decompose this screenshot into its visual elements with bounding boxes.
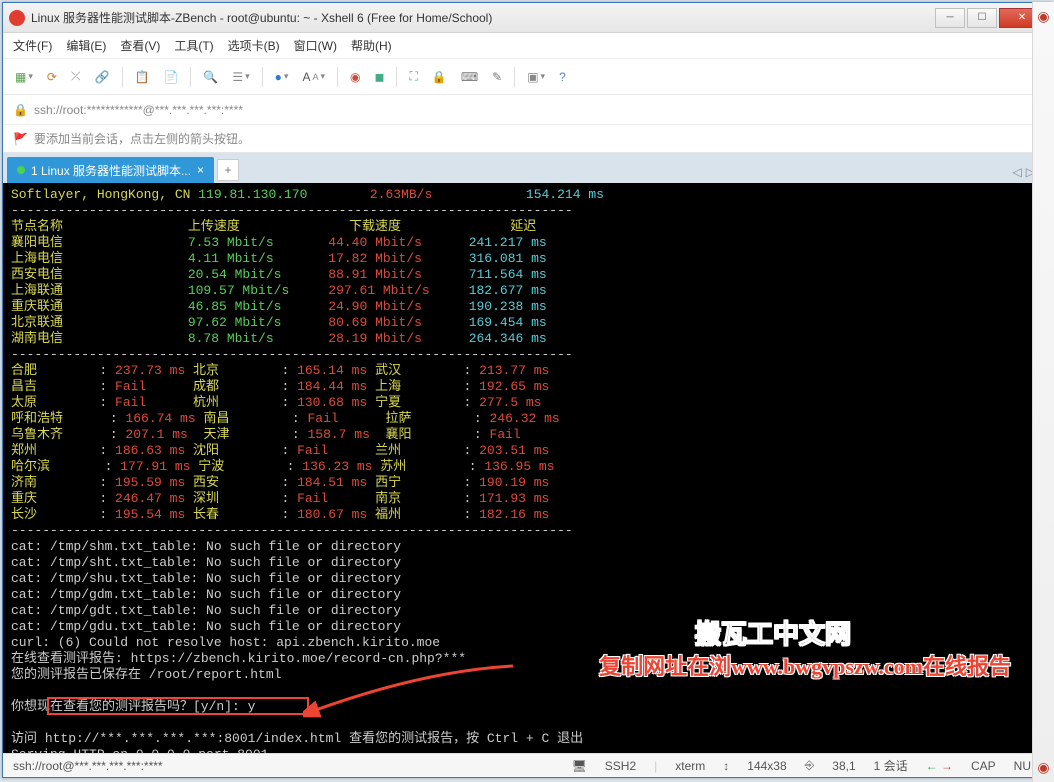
side-panel: ◉ ◉ [1032, 2, 1054, 782]
menu-tabs[interactable]: 选项卡(B) [228, 37, 280, 54]
menu-window[interactable]: 窗口(W) [294, 37, 337, 54]
minimize-button[interactable]: ─ [935, 8, 965, 28]
disconnect-button[interactable]: ⤫ [67, 67, 85, 86]
find-button[interactable]: 🔍 [199, 68, 222, 86]
separator [190, 67, 191, 87]
menubar: 文件(F) 编辑(E) 查看(V) 工具(T) 选项卡(B) 窗口(W) 帮助(… [3, 33, 1051, 59]
menu-file[interactable]: 文件(F) [13, 37, 52, 54]
separator [122, 67, 123, 87]
record-button[interactable]: ◉ [346, 68, 364, 86]
copy-button[interactable]: 📋 [131, 68, 154, 86]
separator [337, 67, 338, 87]
status-pos-icon: ⎆ [805, 758, 815, 773]
help-button[interactable]: ? [555, 68, 570, 86]
terminal[interactable]: Softlayer, HongKong, CN 119.81.130.170 2… [3, 183, 1051, 753]
app-icon [9, 10, 25, 26]
keyboard-button[interactable]: ⌨ [457, 68, 482, 86]
tab-close-icon[interactable]: × [197, 163, 204, 177]
lock-icon: 🔒 [13, 103, 28, 117]
status-pos: 38,1 [832, 759, 855, 773]
new-session-button[interactable]: ▦▾ [11, 68, 37, 86]
lock-button[interactable]: 🔒 [428, 68, 451, 86]
annotation-arrow-icon [303, 661, 523, 721]
tab-label: 1 Linux 服务器性能测试脚本... [31, 162, 191, 179]
tab-prev-icon[interactable]: ◁ [1013, 165, 1022, 179]
status-proto: SSH2 [605, 759, 636, 773]
stop-button[interactable]: ◼ [370, 68, 388, 86]
status-size: 144x38 [747, 759, 786, 773]
terminal-button[interactable]: ▣▾ [523, 68, 549, 86]
annotation-url-box [47, 697, 309, 715]
titlebar: Linux 服务器性能测试脚本-ZBench - root@ubuntu: ~ … [3, 3, 1051, 33]
menu-help[interactable]: 帮助(H) [351, 37, 392, 54]
notice-bar: 🚩 要添加当前会话，点击左侧的箭头按钮。 [3, 125, 1051, 153]
window-title: Linux 服务器性能测试脚本-ZBench - root@ubuntu: ~ … [31, 9, 933, 26]
maximize-button[interactable]: ☐ [967, 8, 997, 28]
separator [396, 67, 397, 87]
status-host: ssh://root@***.***.***.***:**** [13, 759, 163, 773]
menu-tools[interactable]: 工具(T) [174, 37, 213, 54]
toolbar: ▦▾ ⟳ ⤫ 🔗 📋 📄 🔍 ☰▾ ●▾ AA▾ ◉ ◼ ⛶ 🔒 ⌨ ✎ ▣▾ … [3, 59, 1051, 95]
menu-edit[interactable]: 编辑(E) [66, 37, 106, 54]
status-size-icon: ↕ [723, 759, 729, 773]
separator [514, 67, 515, 87]
link-button[interactable]: 🔗 [91, 68, 114, 86]
reconnect-button[interactable]: ⟳ [43, 68, 61, 86]
edit-button[interactable]: ✎ [488, 68, 506, 86]
paste-button[interactable]: 📄 [159, 68, 182, 86]
properties-button[interactable]: ☰▾ [228, 68, 253, 86]
tab-session[interactable]: 1 Linux 服务器性能测试脚本... × [7, 157, 214, 183]
font-button[interactable]: AA▾ [298, 68, 329, 86]
status-term: xterm [675, 759, 705, 773]
tab-bar: 1 Linux 服务器性能测试脚本... × + ◁ ▷ ▾ [3, 153, 1051, 183]
menu-view[interactable]: 查看(V) [120, 37, 160, 54]
status-dot-icon [17, 166, 25, 174]
fullscreen-button[interactable]: ⛶ [405, 67, 421, 86]
notice-text: 要添加当前会话，点击左侧的箭头按钮。 [34, 130, 250, 147]
address-bar: 🔒 ssh://root:************@***.***.***.**… [3, 95, 1051, 125]
status-sessions: 1 会话 [874, 757, 908, 774]
new-tab-button[interactable]: + [217, 159, 239, 181]
status-ssh-icon: 🖥 [572, 759, 587, 773]
status-cap: CAP [971, 759, 996, 773]
color-button[interactable]: ●▾ [271, 68, 293, 86]
side-icon-bottom[interactable]: ◉ [1037, 759, 1049, 776]
annotation-text-2: 复制网址在浏www.bwgvpszw.com在线报告 [599, 659, 1011, 675]
annotation-text-1: 搬瓦工中文网 [695, 627, 851, 643]
address-text[interactable]: ssh://root:************@***.***.***.***:… [34, 103, 1041, 117]
status-bar: ssh://root@***.***.***.***:**** 🖥 SSH2 |… [3, 753, 1051, 777]
side-icon-top[interactable]: ◉ [1037, 8, 1049, 25]
flag-icon[interactable]: 🚩 [13, 132, 28, 146]
separator [262, 67, 263, 87]
